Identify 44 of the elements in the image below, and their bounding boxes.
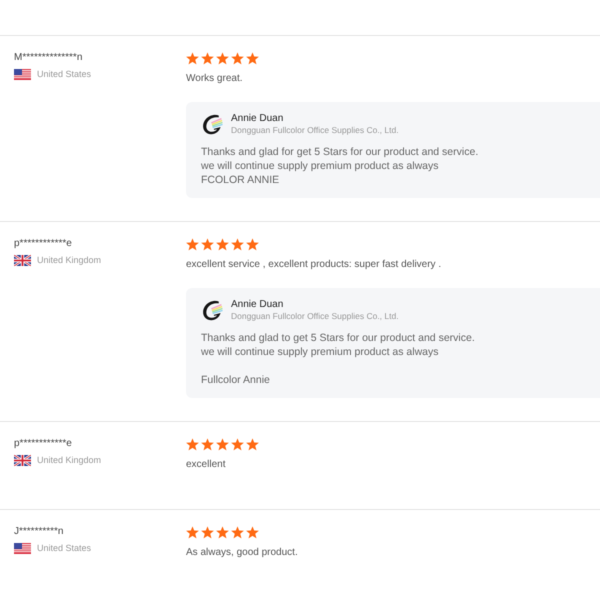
- review-comment: As always, good product.: [186, 546, 298, 560]
- star-icon: [216, 52, 229, 65]
- star-icon: [201, 52, 214, 65]
- reply-text: Thanks and glad to get 5 Stars for our product and service. we will continue supply premium product as always Fullcolor Annie: [201, 331, 475, 387]
- company-name: Dongguan Fullcolor Office Supplies Co., Ltd.: [231, 311, 399, 322]
- country-name: United Kingdom: [37, 455, 102, 466]
- star-icon: [186, 526, 199, 539]
- logo-icon: [201, 113, 224, 136]
- company-name: Dongguan Fullcolor Office Supplies Co., Ltd.: [231, 125, 399, 136]
- country-name: United States: [37, 69, 92, 80]
- reply-text: Thanks and glad for get 5 Stars for our product and service. we will continue supply premium product as always FCOLOR ANNIE: [201, 145, 478, 187]
- reviewer-name: p************e: [14, 238, 72, 250]
- star-icon: [246, 526, 259, 539]
- star-icon: [246, 438, 259, 451]
- star-icon: [201, 438, 214, 451]
- reviewer-name: J**********n: [14, 526, 64, 538]
- star-icon: [216, 438, 229, 451]
- star-icon: [186, 238, 199, 251]
- reviewer-name: p************e: [14, 438, 72, 450]
- logo-icon: [201, 299, 224, 322]
- star-icon: [231, 526, 244, 539]
- star-icon: [201, 238, 214, 251]
- star-icon: [231, 52, 244, 65]
- star-icon: [186, 438, 199, 451]
- star-icon: [231, 438, 244, 451]
- country-name: United States: [37, 543, 92, 554]
- flag-icon: [14, 543, 31, 554]
- star-icon: [246, 238, 259, 251]
- star-icon: [201, 526, 214, 539]
- flag-icon: [14, 255, 31, 266]
- reviewer-name: M**************n: [14, 52, 82, 64]
- star-icon: [186, 52, 199, 65]
- flag-icon: [14, 455, 31, 466]
- country-name: United Kingdom: [37, 255, 102, 266]
- review-comment: excellent: [186, 458, 226, 472]
- seller-name: Annie Duan: [231, 299, 284, 311]
- star-icon: [246, 52, 259, 65]
- star-icon: [231, 238, 244, 251]
- star-icon: [216, 238, 229, 251]
- review-comment: Works great.: [186, 72, 242, 86]
- review-comment: excellent service , excellent products: super fast delivery .: [186, 258, 442, 272]
- seller-name: Annie Duan: [231, 113, 284, 125]
- star-icon: [216, 526, 229, 539]
- flag-icon: [14, 69, 31, 80]
